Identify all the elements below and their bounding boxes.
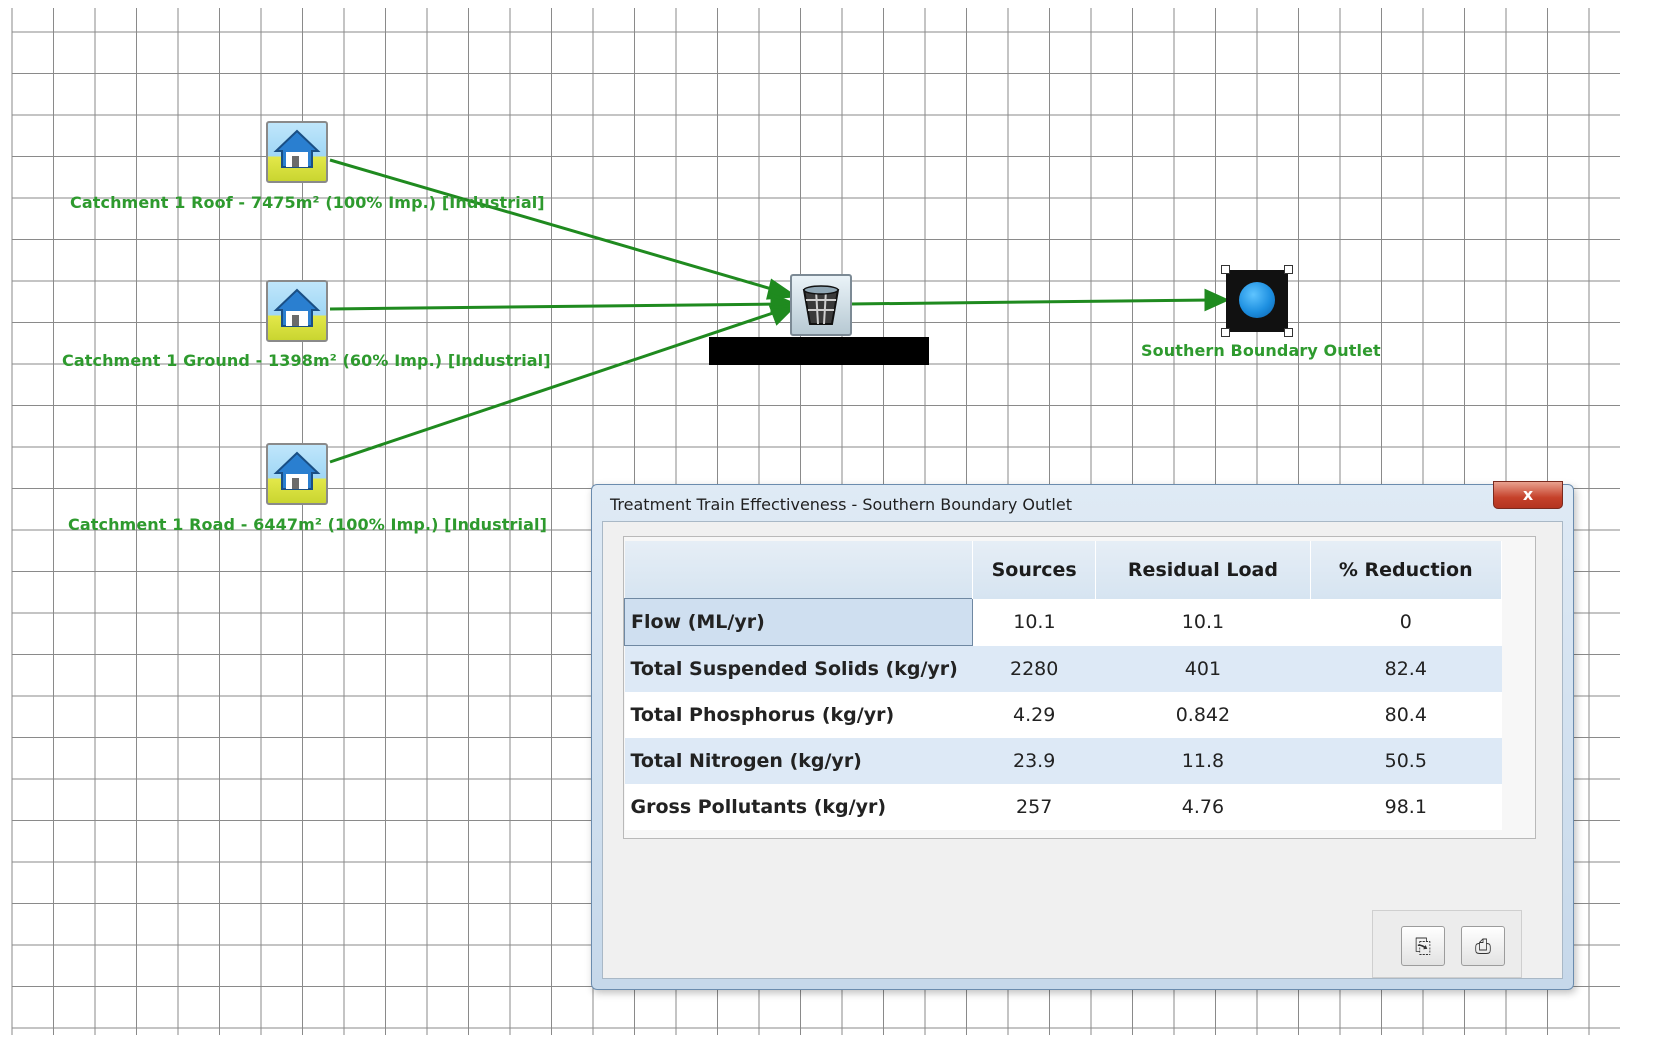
link-roof-to-treatment[interactable]: [329, 158, 783, 294]
row-label[interactable]: Gross Pollutants (kg/yr): [624, 784, 973, 830]
treatment-train-dialog: Treatment Train Effectiveness - Southern…: [591, 481, 1574, 990]
column-header-residual-load[interactable]: Residual Load: [1095, 541, 1311, 599]
residual-cell[interactable]: 0.842: [1095, 692, 1311, 738]
house-icon[interactable]: [266, 443, 328, 505]
residual-cell[interactable]: 10.1: [1095, 598, 1311, 646]
print-icon: ⎙: [1475, 934, 1491, 958]
copy-button[interactable]: ⎘: [1401, 926, 1445, 966]
sources-cell[interactable]: 2280: [972, 645, 1096, 692]
node-label-road: Catchment 1 Road - 6447m² (100% Imp.) [I…: [68, 515, 548, 534]
selection-handle[interactable]: [1284, 328, 1293, 337]
row-label[interactable]: Total Nitrogen (kg/yr): [624, 738, 973, 784]
residual-cell[interactable]: 4.76: [1095, 784, 1311, 830]
house-icon[interactable]: [266, 280, 328, 342]
column-header-label: [624, 541, 973, 599]
link-ground-to-treatment[interactable]: [329, 302, 781, 311]
reduction-cell[interactable]: 50.5: [1310, 738, 1502, 784]
node-label-outlet: Southern Boundary Outlet: [1141, 341, 1381, 360]
row-label[interactable]: Flow (ML/yr): [624, 598, 973, 646]
table-row[interactable]: Total Suspended Solids (kg/yr) 2280 401 …: [624, 645, 1502, 692]
table-row[interactable]: Total Phosphorus (kg/yr) 4.29 0.842 80.4: [624, 692, 1502, 738]
selection-handle[interactable]: [1221, 328, 1230, 337]
column-header-sources[interactable]: Sources: [972, 541, 1097, 599]
node-label-roof: Catchment 1 Roof - 7475m² (100% Imp.) [I…: [70, 193, 545, 212]
dialog-title: Treatment Train Effectiveness - Southern…: [610, 495, 1072, 514]
sources-cell[interactable]: 4.29: [972, 692, 1096, 738]
dialog-button-group: ⎘ ⎙: [1372, 910, 1522, 978]
sources-cell[interactable]: 10.1: [972, 598, 1096, 646]
results-table: Sources Residual Load % Reduction Flow (…: [624, 541, 1503, 830]
reduction-cell[interactable]: 82.4: [1310, 645, 1502, 692]
residual-cell[interactable]: 11.8: [1095, 738, 1311, 784]
treatment-node-label-redacted: [709, 337, 929, 365]
table-row[interactable]: Gross Pollutants (kg/yr) 257 4.76 98.1: [624, 784, 1502, 830]
dialog-body: Sources Residual Load % Reduction Flow (…: [602, 521, 1563, 979]
selection-handle[interactable]: [1221, 265, 1230, 274]
table-row[interactable]: Flow (ML/yr) 10.1 10.1 0: [624, 598, 1502, 646]
reduction-cell[interactable]: 98.1: [1310, 784, 1502, 830]
outlet-ball-icon: [1239, 282, 1275, 318]
copy-icon: ⎘: [1415, 934, 1431, 958]
close-button[interactable]: x: [1493, 481, 1563, 509]
sources-cell[interactable]: 257: [972, 784, 1096, 830]
sources-cell[interactable]: 23.9: [972, 738, 1096, 784]
table-row[interactable]: Total Nitrogen (kg/yr) 23.9 11.8 50.5: [624, 738, 1502, 784]
row-label[interactable]: Total Phosphorus (kg/yr): [624, 692, 973, 738]
link-treatment-to-outlet[interactable]: [849, 298, 1213, 306]
node-label-ground: Catchment 1 Ground - 1398m² (60% Imp.) […: [62, 351, 551, 370]
close-icon: x: [1522, 485, 1534, 504]
selection-handle[interactable]: [1284, 265, 1293, 274]
house-icon[interactable]: [266, 121, 328, 183]
link-road-to-treatment[interactable]: [329, 308, 783, 464]
residual-cell[interactable]: 401: [1095, 645, 1311, 692]
row-label[interactable]: Total Suspended Solids (kg/yr): [624, 645, 973, 692]
print-button[interactable]: ⎙: [1461, 926, 1505, 966]
reduction-cell[interactable]: 80.4: [1310, 692, 1502, 738]
treatment-node-icon[interactable]: [790, 274, 852, 336]
column-header-reduction[interactable]: % Reduction: [1310, 541, 1503, 599]
reduction-cell[interactable]: 0: [1310, 598, 1502, 646]
outlet-node-icon[interactable]: [1226, 270, 1288, 332]
